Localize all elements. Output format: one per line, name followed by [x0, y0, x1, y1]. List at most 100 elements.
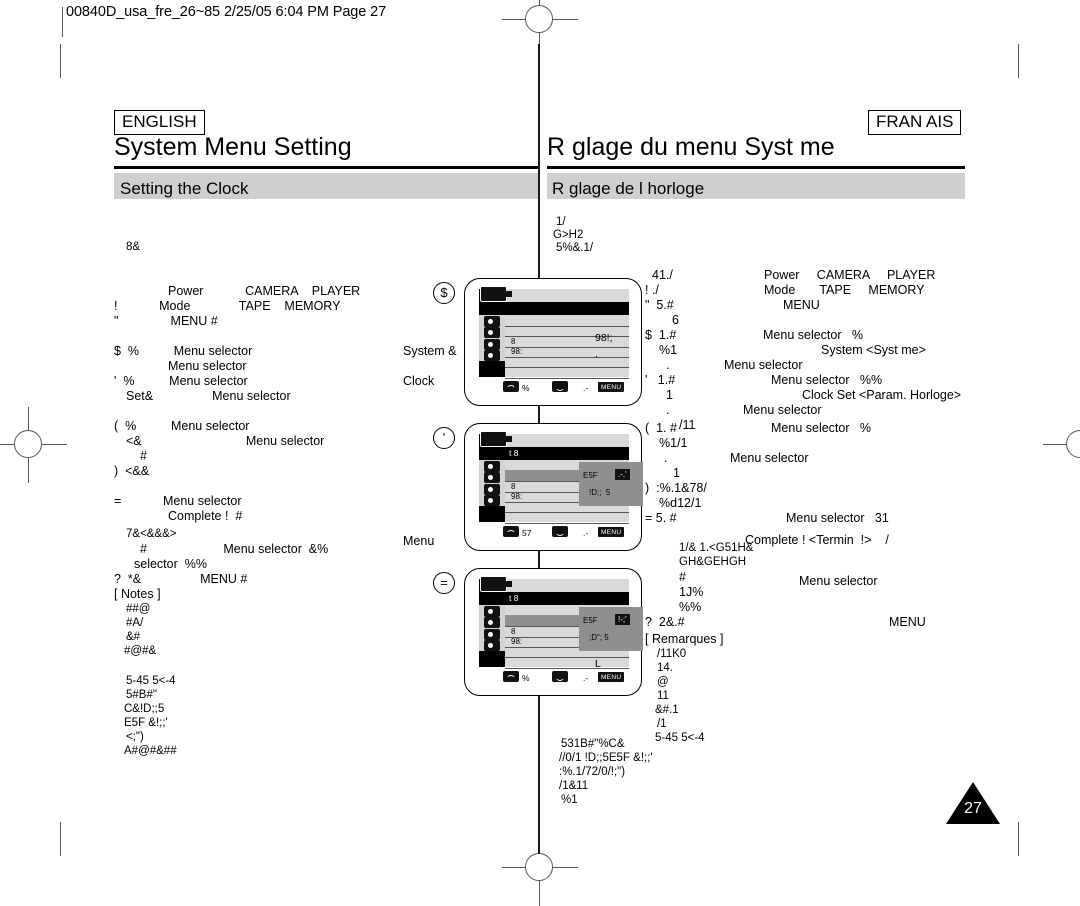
title-rule-french: [547, 166, 965, 169]
file-stamp: 00840D_usa_fre_26~85 2/25/05 6:04 PM Pag…: [66, 4, 387, 20]
body-line: # Menu selector &%: [140, 542, 329, 556]
regmark-circle: [1066, 430, 1080, 458]
inline-label: Menu selector %%: [771, 373, 883, 387]
body-line: C&!D;;5: [124, 703, 165, 715]
center-caption: Menu: [403, 534, 435, 548]
note-line: :%.1/72/0/!;"): [559, 766, 626, 778]
osd-top-bar: [505, 579, 629, 592]
note-line: /1&11: [559, 780, 589, 792]
step-marker-3: =: [433, 572, 455, 594]
page-number-text: 27: [964, 800, 982, 817]
crop-tick-tl-v: [60, 44, 62, 78]
inline-label: Menu selector: [799, 574, 878, 588]
body-line: <;"): [126, 731, 144, 743]
crop-tick-tr-v: [1018, 44, 1020, 78]
body-line: " 5.#: [645, 298, 674, 312]
body-line: .: [666, 403, 670, 417]
body-line: ) :%.1&78/: [645, 481, 707, 495]
body-line: #: [679, 570, 686, 584]
softkey-left-label: %: [522, 673, 530, 683]
body-line: $ 1.#: [645, 328, 677, 342]
body-line: E5F &!;;': [124, 717, 168, 729]
inline-label: Menu selector: [730, 451, 809, 465]
body-line: 14.: [657, 662, 673, 674]
body-line: /1: [657, 718, 667, 730]
body-line: %1: [659, 343, 678, 357]
note-line: //0/1 !D;;5E5F &!;;': [559, 752, 653, 764]
osd-icon-rail: [479, 460, 505, 506]
osd-title: t 8: [509, 593, 519, 603]
softkey-dot-label: .-: [583, 528, 589, 538]
language-tag-english: ENGLISH: [114, 110, 205, 135]
body-line: &#: [126, 631, 141, 643]
step-marker-2: ': [433, 427, 455, 449]
body-line: %%: [679, 600, 702, 614]
lcd-display-area: t 8 8 98: E5F !-;' ;D"; 5: [479, 576, 643, 669]
softkey-menu-button: MENU: [598, 672, 625, 682]
inline-label: Clock Set <Param. Horloge>: [802, 388, 962, 402]
lcd-annotation: L: [595, 658, 601, 670]
body-line: ( % Menu selector: [114, 419, 250, 433]
osd-submenu-s3: !D;; 5: [589, 488, 611, 497]
header-divider: [62, 7, 64, 37]
inline-label: Complete ! <Termin !> /: [745, 533, 889, 547]
gear-icon: [484, 640, 500, 651]
osd-submenu-s2: !-;': [615, 614, 630, 625]
arc-up-icon: [503, 671, 519, 682]
section-title-english: Setting the Clock: [120, 179, 249, 198]
note-line: 1/: [556, 216, 566, 228]
inline-label: MENU: [783, 298, 820, 312]
body-line: 41./: [652, 268, 673, 282]
body-line: ' 1.#: [645, 373, 676, 387]
inline-label: Mode TAPE MEMORY: [764, 283, 925, 297]
osd-icon-rail: [479, 315, 505, 361]
camcorder-icon: [480, 576, 512, 592]
inline-label: Menu selector 31: [786, 511, 889, 525]
inline-label: Menu selector: [743, 403, 822, 417]
arc-down-icon: [552, 671, 568, 682]
chapter-title-french: R glage du menu Syst me: [547, 133, 835, 161]
lcd-screen-1: 8 98:% .- MENU: [464, 278, 642, 406]
photo-icon: [484, 605, 500, 617]
body-line: $ % Menu selector: [114, 344, 253, 358]
osd-menu-list: 8 98:: [505, 315, 629, 379]
body-line: ! Mode TAPE MEMORY: [114, 299, 341, 313]
inline-label: Menu selector: [724, 358, 803, 372]
osd-title: t 8: [509, 448, 519, 458]
regmark-circle: [525, 853, 553, 881]
note-line: 5%&.1/: [556, 242, 594, 254]
body-line: 5-45 5<-4: [126, 675, 176, 687]
body-line: ? *& MENU #: [114, 572, 248, 586]
arc-up-icon: [503, 526, 519, 537]
inline-label: System <Syst me>: [821, 343, 926, 357]
regmark-circle: [14, 430, 42, 458]
gear-icon: [484, 495, 500, 506]
body-line: selector %%: [134, 557, 207, 571]
osd-submenu-s2: .-.': [615, 469, 630, 480]
gear-icon: [484, 350, 500, 361]
body-line: A#@#&##: [124, 745, 177, 757]
softkey-left-label: 57: [522, 528, 532, 538]
camera-icon: [484, 327, 500, 338]
section-title-french: R glage de l horloge: [552, 179, 705, 198]
body-line: Menu selector: [168, 359, 247, 373]
arc-down-icon: [552, 526, 568, 537]
osd-menu-row: [505, 367, 629, 379]
body-line: 7&<&&&>: [126, 528, 177, 540]
tv-icon: [484, 628, 500, 640]
body-line: 5-45 5<-4: [655, 732, 705, 744]
lcd-screen-3: t 8 8 98: E5F !-;' ;D"; 5% .- MENU: [464, 568, 643, 696]
lcd-softkey-strip: 57 .- MENU: [479, 526, 629, 540]
body-line: #@#&: [124, 645, 157, 657]
camcorder-icon: [480, 286, 512, 302]
body-line: 1J%: [679, 585, 704, 599]
osd-submenu-s1: E5F: [583, 616, 598, 625]
lcd-screen-2: t 8 8 98: E5F .-.' !D;; 5 57 .- MENU: [464, 423, 643, 551]
body-line: " MENU #: [114, 314, 218, 328]
body-line: ) <&&: [114, 464, 150, 478]
camera-icon: [484, 617, 500, 628]
body-line: #A/: [126, 617, 144, 629]
osd-submenu: E5F .-.' !D;; 5: [579, 462, 643, 506]
note-line: %1: [561, 794, 578, 806]
body-line: Power CAMERA PLAYER: [168, 284, 361, 298]
